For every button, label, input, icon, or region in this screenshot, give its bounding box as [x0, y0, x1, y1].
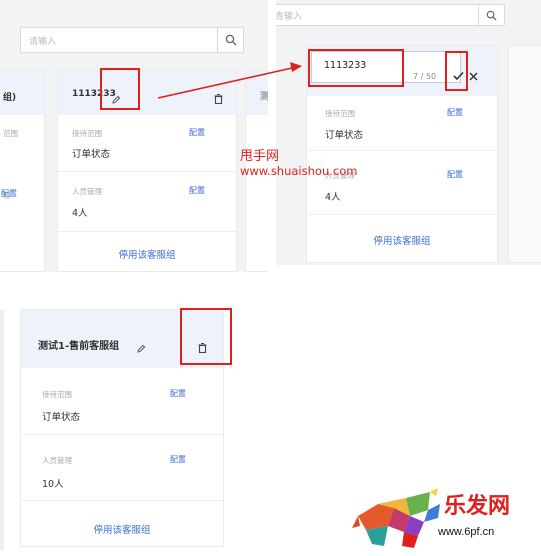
staff-value: 10人	[42, 479, 64, 490]
card-title: 测试1-售前客服组	[38, 341, 120, 352]
edit-pencil-icon[interactable]	[137, 338, 146, 357]
watermark-url: www.shuaishou.com	[240, 164, 358, 178]
watermark-title: 甩手网	[240, 149, 280, 164]
scope-label: 接待范围	[42, 390, 72, 399]
scope-config-link[interactable]: 配置	[170, 388, 186, 399]
scope-value: 订单状态	[42, 412, 81, 423]
highlight-delete-icon	[180, 308, 232, 365]
site-logo: 乐发网 www.6pf.cn	[348, 484, 538, 554]
disable-group-link[interactable]: 停用该客服组	[21, 522, 223, 536]
logo-url: www.6pf.cn	[438, 526, 495, 538]
logo-name: 乐发网	[444, 493, 511, 519]
staff-config-link[interactable]: 配置	[170, 454, 186, 465]
bull-logo-icon	[352, 488, 440, 548]
staff-label: 人员管理	[42, 456, 72, 465]
screenshot-panel-delete: 测试1-售前客服组 接待范围 配置 订单状态 人员管理 配置 10人 停用该客服…	[0, 300, 270, 556]
